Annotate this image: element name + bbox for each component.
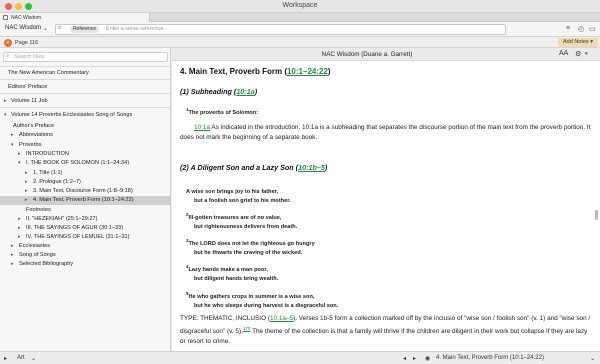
chevron-right-icon[interactable]: ▸ bbox=[25, 178, 28, 186]
tab-strip: NAC Wisdom bbox=[0, 13, 600, 22]
toc-item[interactable]: Volume 11 Job bbox=[11, 97, 48, 105]
toc-item[interactable]: Abbreviations bbox=[19, 131, 53, 139]
verse-text: 2Ill-gotten treasures are of no value, b… bbox=[186, 212, 298, 230]
status-bar: ▸ Art ⌄ ◂ ▸ ◉ 4. Main Text, Proverb Form… bbox=[0, 351, 600, 364]
chevron-down-icon[interactable]: ▾ bbox=[11, 141, 14, 149]
toc-item[interactable]: III. THE SAYINGS OF AGUR (30:1–33) bbox=[26, 224, 123, 232]
chevron-right-icon[interactable]: ▸ bbox=[25, 169, 28, 177]
chevron-right-icon[interactable]: ▸ bbox=[4, 97, 7, 105]
verse-text: 4Lazy hands make a man poor, but diligen… bbox=[186, 264, 279, 282]
toc-item[interactable]: Song of Songs bbox=[19, 251, 56, 259]
section-heading: 4. Main Text, Proverb Form (10:1–24:22) bbox=[180, 67, 331, 76]
sidebar-toggle-icon[interactable]: ▸ bbox=[4, 355, 7, 362]
previous-section-icon[interactable]: ◂ bbox=[403, 355, 406, 362]
toc-item[interactable]: Volume 14 Proverbs Ecclesiastes Song of … bbox=[11, 111, 132, 119]
toc-item[interactable]: Ecclesiastes bbox=[19, 242, 50, 250]
reference-type-token[interactable]: Reference bbox=[70, 26, 100, 33]
divider bbox=[0, 66, 170, 67]
chevron-right-icon[interactable]: ▸ bbox=[18, 233, 21, 241]
commentary-paragraph: TYPE: THEMATIC, INCLUSIO (10:1a–5). Vers… bbox=[180, 315, 591, 346]
parallel-resources-icon[interactable]: ≡ bbox=[566, 25, 570, 32]
scripture-link[interactable]: 10:1a–5 bbox=[270, 315, 293, 322]
divider bbox=[0, 79, 170, 80]
history-icon[interactable]: ◴ bbox=[578, 25, 584, 33]
commentary-paragraph: 10:1a As indicated in the introduction, … bbox=[180, 124, 591, 141]
chevron-right-icon[interactable]: ▸ bbox=[18, 150, 21, 158]
search-icon: ⌕ bbox=[6, 53, 10, 59]
scripture-link[interactable]: 10:1a bbox=[194, 124, 210, 131]
chevron-right-icon[interactable]: ▸ bbox=[11, 260, 14, 268]
toc-item[interactable]: II. "HEZEKIAH" (25:1–29:27) bbox=[26, 215, 97, 223]
toc-item[interactable]: 2. Prologue (1:2–7) bbox=[33, 178, 81, 186]
toc-item[interactable]: The New American Commentary bbox=[8, 69, 89, 77]
divider bbox=[0, 107, 170, 108]
art-menu[interactable]: Art bbox=[17, 355, 25, 361]
title-filter-placeholder: Search titles bbox=[14, 54, 45, 60]
toc-item[interactable]: Footnotes bbox=[26, 206, 51, 214]
chevron-right-icon[interactable]: ▸ bbox=[18, 215, 21, 223]
page-number: Page 116 bbox=[15, 40, 39, 46]
toc-item[interactable]: Selected Bibliography bbox=[19, 260, 73, 268]
toc-item[interactable]: Editors' Preface bbox=[8, 83, 47, 91]
subheading: (1) Subheading (10:1a) bbox=[180, 87, 258, 96]
chevron-right-icon[interactable]: ▸ bbox=[11, 251, 14, 259]
scripture-link[interactable]: 10:1b–5 bbox=[298, 163, 325, 172]
menu-icon[interactable]: ≡ bbox=[4, 39, 12, 47]
resource-selector[interactable]: NAC Wisdom bbox=[5, 25, 41, 31]
reference-placeholder: Enter a verse reference bbox=[106, 26, 164, 32]
add-notes-button[interactable]: Add Notes ▾ bbox=[558, 38, 598, 47]
toc-item[interactable]: IV. THE SAYINGS OF LEMUEL (31:1–31) bbox=[26, 233, 130, 241]
chevron-right-icon[interactable]: ▸ bbox=[25, 196, 28, 204]
resource-header: NAC Wisdom (Duane a. Garrett) AA ⚙ ▾ bbox=[172, 48, 600, 61]
tab-nac-wisdom[interactable]: NAC Wisdom bbox=[0, 13, 150, 22]
book-icon bbox=[3, 15, 8, 20]
divider bbox=[0, 93, 170, 94]
chevron-down-icon[interactable]: ▾ bbox=[585, 51, 588, 57]
subheading: (2) A Diligent Son and a Lazy Son (10:1b… bbox=[180, 163, 328, 172]
page-bar: ≡ Page 116 Add Notes ▾ bbox=[0, 37, 600, 48]
gear-icon[interactable]: ⚙ bbox=[575, 50, 581, 58]
next-section-icon[interactable]: ▸ bbox=[413, 355, 416, 362]
chevron-down-icon[interactable]: ⌄ bbox=[590, 355, 595, 362]
toc-item[interactable]: Author's Preface bbox=[13, 122, 54, 130]
scripture-link[interactable]: 10:1–24:22 bbox=[287, 67, 328, 76]
chevron-down-icon[interactable]: ▾ bbox=[18, 159, 21, 167]
panel-menu-icon[interactable]: ▭ bbox=[589, 25, 596, 33]
title-bar: Workspace bbox=[0, 0, 600, 13]
verse-text: A wise son brings joy to his father, but… bbox=[186, 188, 291, 204]
chevron-down-icon[interactable]: ⌄ bbox=[43, 25, 48, 32]
location-icon: ◉ bbox=[425, 356, 431, 362]
resource-toolbar: NAC Wisdom ⌄ ⌕ Reference Enter a verse r… bbox=[0, 22, 600, 37]
chevron-right-icon[interactable]: ▸ bbox=[11, 131, 14, 139]
scripture-link[interactable]: 10:1a bbox=[236, 87, 254, 96]
verse-text: 5He who gathers crops in summer is a wis… bbox=[186, 291, 339, 309]
resource-title: NAC Wisdom (Duane a. Garrett) bbox=[321, 51, 413, 58]
toc-item[interactable]: Proverbs bbox=[19, 141, 41, 149]
chevron-right-icon[interactable]: ▸ bbox=[11, 242, 14, 250]
toc-item-selected[interactable]: 4. Main Text, Proverb Form (10:1–24:22) bbox=[33, 196, 134, 204]
current-location: 4. Main Text, Proverb Form (10:1–24:22) bbox=[436, 355, 544, 361]
scrollbar-thumb[interactable] bbox=[595, 210, 598, 220]
toc-item[interactable]: 3. Main Text, Discourse Form (1:8–9:18) bbox=[33, 187, 133, 195]
verse-text: 1The proverbs of Solomon: bbox=[186, 107, 259, 116]
table-of-contents: ⌕ Search titles The New American Comment… bbox=[0, 48, 171, 351]
chevron-right-icon[interactable]: ▸ bbox=[25, 187, 28, 195]
search-icon: ⌕ bbox=[58, 25, 62, 31]
chevron-down-icon[interactable]: ⌄ bbox=[31, 355, 36, 362]
chevron-down-icon[interactable]: ▾ bbox=[4, 111, 7, 119]
chevron-right-icon[interactable]: ▸ bbox=[18, 224, 21, 232]
reading-pane: NAC Wisdom (Duane a. Garrett) AA ⚙ ▾ 4. … bbox=[172, 48, 600, 351]
verse-text: 3The LORD does not let the righteous go … bbox=[186, 238, 315, 256]
add-notes-label: Add Notes bbox=[563, 39, 589, 45]
text-size-icon[interactable]: AA bbox=[559, 50, 568, 57]
tab-label: NAC Wisdom bbox=[11, 14, 42, 21]
toc-item[interactable]: I. THE BOOK OF SOLOMON (1:1–24:34) bbox=[26, 159, 129, 167]
window-title: Workspace bbox=[282, 2, 318, 9]
toc-item[interactable]: INTRODUCTION bbox=[26, 150, 69, 158]
toc-item[interactable]: 1. Title (1:1) bbox=[33, 169, 63, 177]
